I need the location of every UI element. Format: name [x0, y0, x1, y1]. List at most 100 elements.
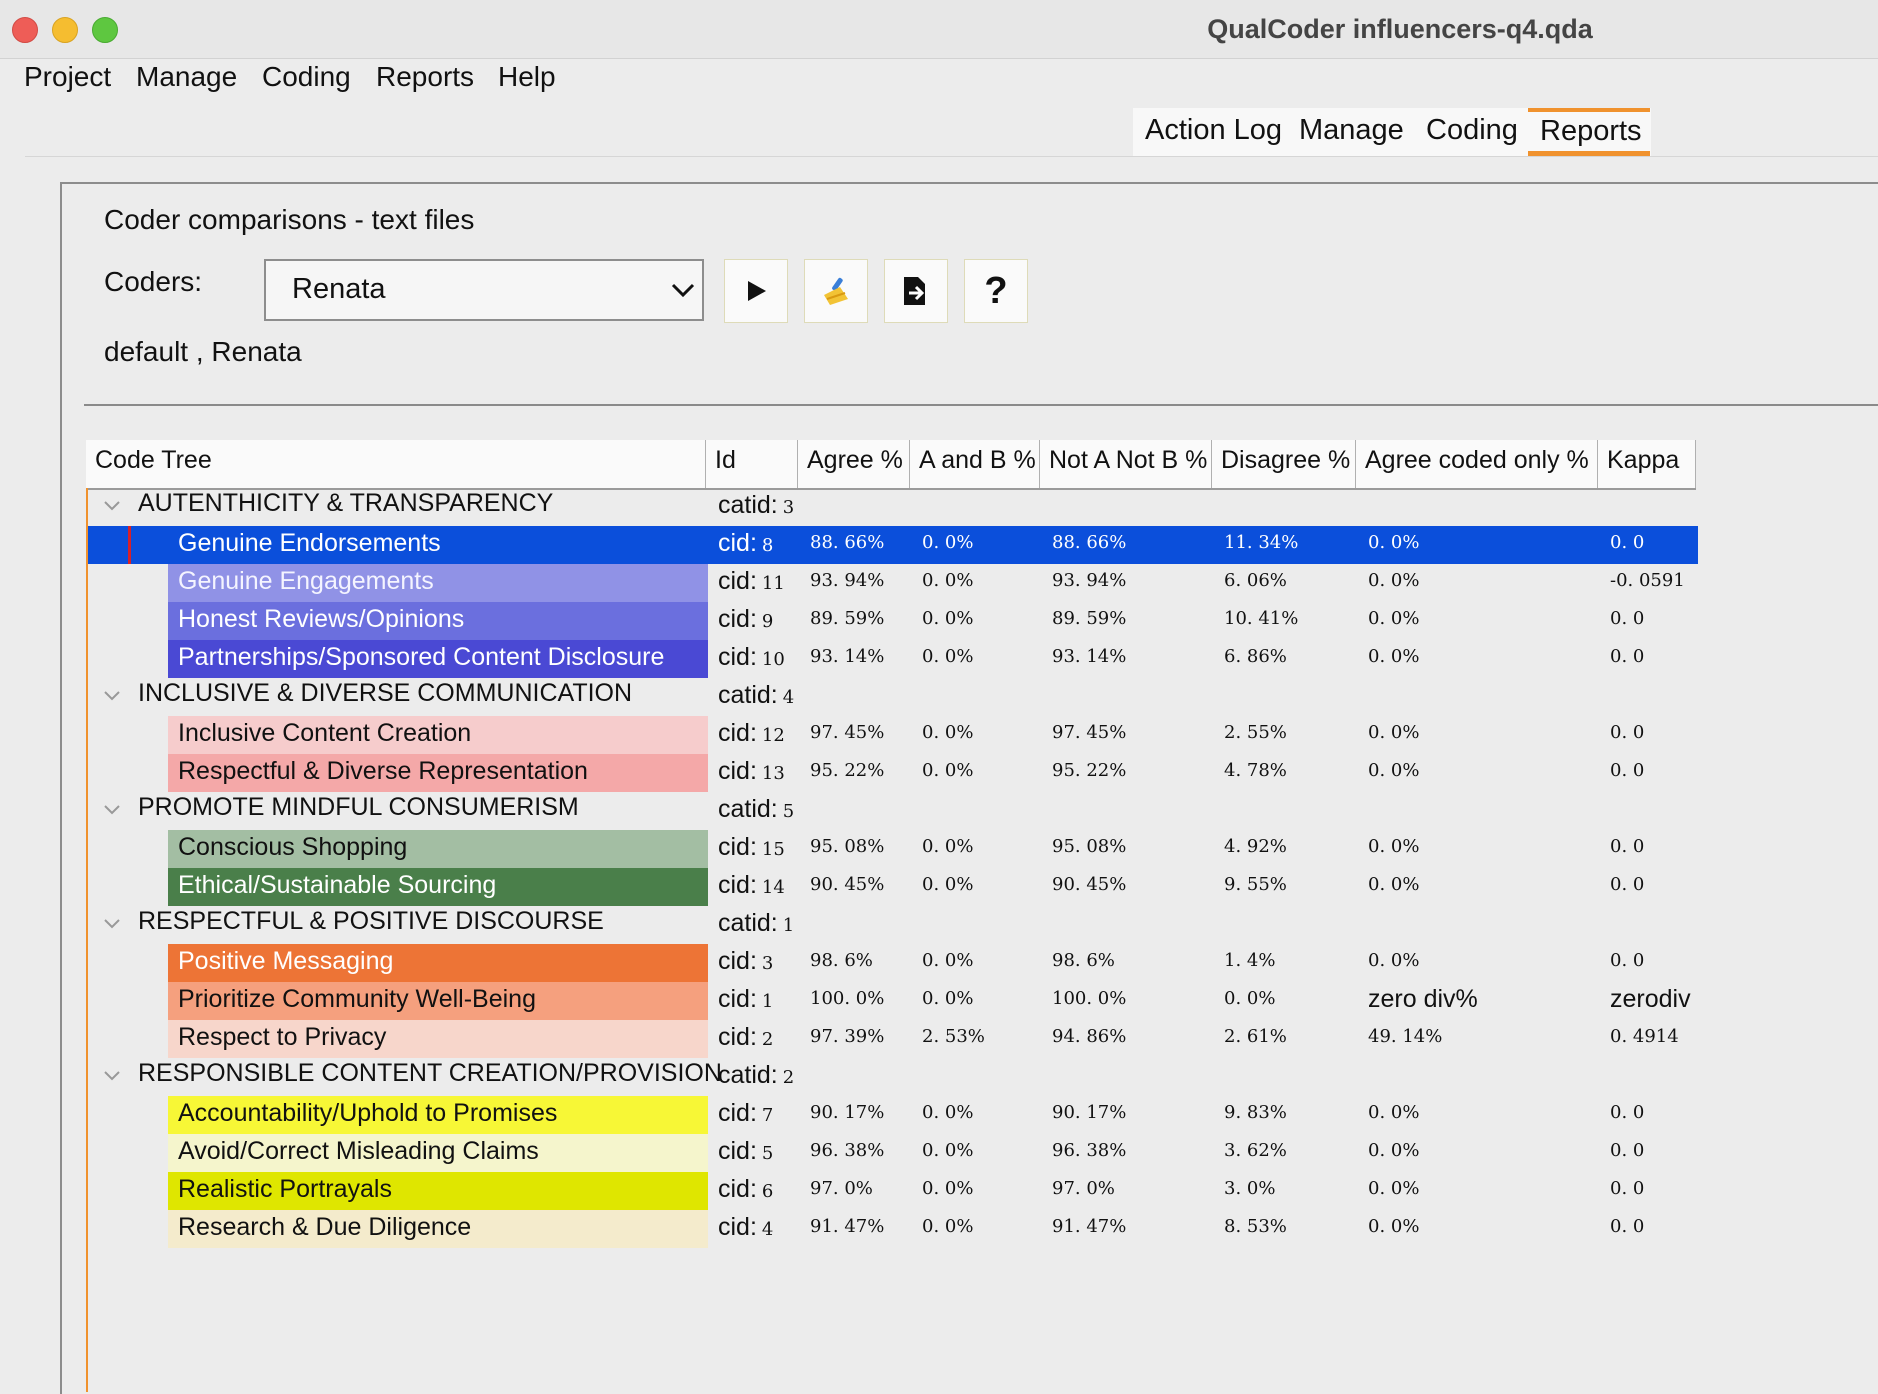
code-row[interactable]: Research & Due Diligence cid: 4 91. 47% 0. 0…	[88, 1210, 1698, 1248]
header-not-a-not-b[interactable]: Not A Not B %	[1040, 440, 1212, 488]
minimize-window-button[interactable]	[52, 17, 78, 43]
header-id[interactable]: Id	[706, 440, 798, 488]
agree-cell: 91. 47%	[810, 1216, 885, 1237]
run-button[interactable]	[724, 259, 788, 323]
agree-coded-only-cell: 0. 0%	[1368, 1216, 1420, 1237]
chevron-down-icon[interactable]	[102, 686, 122, 706]
tab-reports[interactable]: Reports	[1528, 108, 1650, 156]
id-cell: cid: 13	[718, 754, 785, 791]
id-label: cid:	[718, 871, 757, 899]
code-name: Ethical/Sustainable Sourcing	[178, 871, 497, 899]
code-row[interactable]: Inclusive Content Creation cid: 12 97. 45% 0…	[88, 716, 1698, 754]
code-row[interactable]: Respect to Privacy cid: 2 97. 39% 2. 53% 94. …	[88, 1020, 1698, 1058]
header-agree[interactable]: Agree %	[798, 440, 910, 488]
code-row[interactable]: Genuine Engagements cid: 11 93. 94% 0. 0% 93.…	[88, 564, 1698, 602]
a-and-b-cell: 0. 0%	[922, 1140, 974, 1161]
chevron-down-icon[interactable]	[102, 914, 122, 934]
code-row[interactable]: Ethical/Sustainable Sourcing cid: 14 90. 45…	[88, 868, 1698, 906]
not-a-not-b-cell: 88. 66%	[1052, 532, 1127, 553]
category-row[interactable]: RESPECTFUL & POSITIVE DISCOURSE catid: 1	[88, 906, 1698, 944]
id-label: cid:	[718, 605, 757, 633]
agree-cell: 93. 94%	[810, 570, 885, 591]
agree-coded-only-cell: 0. 0%	[1368, 646, 1420, 667]
id-label: catid:	[718, 1061, 778, 1089]
category-row[interactable]: AUTENTHICITY & TRANSPARENCY catid: 3	[88, 488, 1698, 526]
kappa-cell: zerodiv	[1610, 985, 1691, 1013]
disagree-cell: 4. 78%	[1224, 760, 1287, 781]
main-tabs: Action Log Manage Coding Reports	[1133, 108, 1651, 156]
menu-project[interactable]: Project	[24, 58, 111, 96]
disagree-cell: 0. 0%	[1224, 988, 1276, 1009]
id-cell: cid: 6	[718, 1172, 773, 1209]
agree-cell: 97. 0%	[810, 1178, 873, 1199]
a-and-b-cell: 0. 0%	[922, 760, 974, 781]
header-a-and-b[interactable]: A and B %	[910, 440, 1040, 488]
a-and-b-cell: 0. 0%	[922, 950, 974, 971]
disagree-cell: 6. 06%	[1224, 570, 1287, 591]
header-disagree[interactable]: Disagree %	[1212, 440, 1356, 488]
tab-action-log[interactable]: Action Log	[1145, 108, 1282, 156]
id-cell: cid: 4	[718, 1210, 773, 1247]
agree-cell: 89. 59%	[810, 608, 885, 629]
tab-manage[interactable]: Manage	[1299, 108, 1404, 156]
id-value: 3	[761, 953, 774, 974]
export-button[interactable]	[884, 259, 948, 323]
menu-help[interactable]: Help	[498, 58, 556, 96]
not-a-not-b-cell: 98. 6%	[1052, 950, 1115, 971]
id-label: catid:	[718, 795, 778, 823]
code-row[interactable]: Honest Reviews/Opinions cid: 9 89. 59% 0. 0%…	[88, 602, 1698, 640]
agree-coded-only-cell: 0. 0%	[1368, 608, 1420, 629]
id-value: 1	[782, 915, 795, 936]
id-label: cid:	[718, 1213, 757, 1241]
agree-coded-only-cell: 0. 0%	[1368, 722, 1420, 743]
coder-select-value: Renata	[292, 273, 386, 305]
category-row[interactable]: PROMOTE MINDFUL CONSUMERISM catid: 5	[88, 792, 1698, 830]
code-row[interactable]: Accountability/Uphold to Promises cid: 7 90…	[88, 1096, 1698, 1134]
id-label: catid:	[718, 681, 778, 709]
agree-cell: 96. 38%	[810, 1140, 885, 1161]
chevron-down-icon[interactable]	[102, 496, 122, 516]
header-code-tree[interactable]: Code Tree	[86, 440, 706, 488]
header-agree-coded-only[interactable]: Agree coded only %	[1356, 440, 1598, 488]
clear-button[interactable]	[804, 259, 868, 323]
code-row[interactable]: Partnerships/Sponsored Content Disclosur…	[88, 640, 1698, 678]
not-a-not-b-cell: 96. 38%	[1052, 1140, 1127, 1161]
a-and-b-cell: 0. 0%	[922, 722, 974, 743]
chevron-down-icon[interactable]	[102, 800, 122, 820]
code-row[interactable]: Prioritize Community Well-Being cid: 1 100.…	[88, 982, 1698, 1020]
coder-select[interactable]: Renata	[264, 259, 704, 321]
clear-icon	[824, 277, 848, 305]
code-row[interactable]: Genuine Endorsements cid: 8 88. 66% 0. 0% 88.…	[88, 526, 1698, 564]
header-kappa[interactable]: Kappa	[1598, 440, 1696, 488]
category-row[interactable]: RESPONSIBLE CONTENT CREATION/PROVISION ca…	[88, 1058, 1698, 1096]
id-label: cid:	[718, 1099, 757, 1127]
category-row[interactable]: INCLUSIVE & DIVERSE COMMUNICATION catid: 4	[88, 678, 1698, 716]
chevron-down-icon[interactable]	[102, 1066, 122, 1086]
zoom-window-button[interactable]	[92, 17, 118, 43]
close-window-button[interactable]	[12, 17, 38, 43]
code-row[interactable]: Avoid/Correct Misleading Claims cid: 5 96. …	[88, 1134, 1698, 1172]
id-label: catid:	[718, 909, 778, 937]
id-value: 2	[761, 1029, 774, 1050]
menu-reports[interactable]: Reports	[376, 58, 474, 96]
kappa-cell: 0. 4914	[1610, 1026, 1679, 1047]
tab-coding[interactable]: Coding	[1426, 108, 1518, 156]
menu-coding[interactable]: Coding	[262, 58, 351, 96]
kappa-cell: 0. 0	[1610, 1102, 1645, 1123]
code-name: Partnerships/Sponsored Content Disclosur…	[178, 643, 665, 671]
not-a-not-b-cell: 93. 14%	[1052, 646, 1127, 667]
id-cell: cid: 14	[718, 868, 785, 905]
code-row[interactable]: Positive Messaging cid: 3 98. 6% 0. 0% 98. 6%…	[88, 944, 1698, 982]
help-button[interactable]: ?	[964, 259, 1028, 323]
code-row[interactable]: Conscious Shopping cid: 15 95. 08% 0. 0% 95. …	[88, 830, 1698, 868]
code-row[interactable]: Realistic Portrayals cid: 6 97. 0% 0. 0% 97. …	[88, 1172, 1698, 1210]
menu-manage[interactable]: Manage	[136, 58, 237, 96]
id-label: cid:	[718, 719, 757, 747]
not-a-not-b-cell: 95. 22%	[1052, 760, 1127, 781]
id-cell: catid: 4	[718, 678, 794, 715]
a-and-b-cell: 0. 0%	[922, 836, 974, 857]
kappa-cell: 0. 0	[1610, 646, 1645, 667]
code-row[interactable]: Respectful & Diverse Representation cid: 1…	[88, 754, 1698, 792]
export-icon	[904, 277, 925, 305]
id-cell: catid: 1	[718, 906, 794, 943]
